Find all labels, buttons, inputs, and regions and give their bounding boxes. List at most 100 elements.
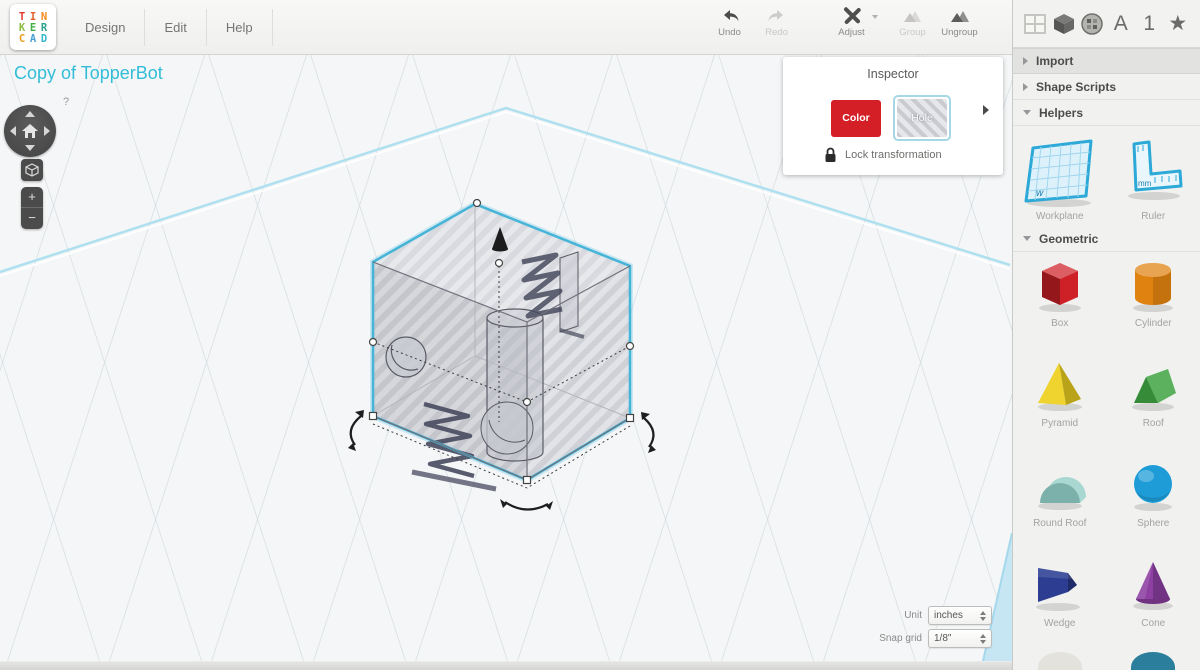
selected-model[interactable]	[348, 200, 656, 511]
geometric-shapes-grid: Box Cylinder Pyramid	[1013, 252, 1200, 652]
numbers-category-icon[interactable]: 1	[1136, 9, 1162, 39]
shape-category-tabs: A 1 ★	[1013, 0, 1200, 48]
ungroup-button[interactable]: Ungroup	[936, 7, 983, 38]
dome-part	[386, 337, 426, 377]
bottom-edge-strip	[0, 661, 1012, 670]
rotate-up-icon[interactable]	[25, 111, 35, 117]
round-roof-icon	[1032, 457, 1088, 515]
partial-shape-left[interactable]	[1038, 652, 1082, 670]
letters-category-icon[interactable]: A	[1108, 9, 1134, 39]
adjust-button[interactable]: Adjust	[828, 7, 875, 38]
shape-cone[interactable]: Cone	[1107, 552, 1200, 652]
helper-label: Ruler	[1141, 211, 1165, 222]
lock-transformation-label: Lock transformation	[845, 149, 942, 161]
hole-swatch-selected[interactable]: Hole	[893, 95, 951, 141]
helper-workplane[interactable]: w Workplane	[1013, 126, 1107, 226]
sphere-part	[481, 402, 533, 454]
inspector-title: Inspector	[783, 67, 1003, 81]
viewport[interactable]: Copy of TopperBot ? + − Inspector Color …	[0, 55, 1012, 670]
helper-ruler[interactable]: mm Ruler	[1107, 126, 1200, 226]
box-icon	[1032, 257, 1088, 315]
more-materials-chevron-icon[interactable]	[983, 105, 989, 115]
symbols-category-icon[interactable]: ★	[1165, 9, 1191, 39]
group-button[interactable]: Group	[889, 7, 936, 38]
shape-wedge[interactable]: Wedge	[1013, 552, 1107, 652]
svg-text:D: D	[41, 33, 47, 45]
design-title[interactable]: Copy of TopperBot	[14, 63, 163, 84]
undo-icon	[719, 7, 741, 25]
lock-icon	[824, 147, 837, 163]
shapes-sidebar: A 1 ★ Import Shape Scripts Helpers	[1012, 0, 1200, 670]
sphere-icon	[1125, 457, 1181, 515]
zoom-out-button[interactable]: −	[21, 208, 43, 229]
zoom-control[interactable]: + −	[21, 187, 43, 229]
view-rotate-pad[interactable]	[4, 105, 56, 157]
unit-select[interactable]: inches	[928, 606, 992, 625]
shape-pyramid[interactable]: Pyramid	[1013, 352, 1107, 452]
workplane-grid-icon[interactable]	[1022, 9, 1048, 39]
redo-icon	[766, 7, 788, 25]
next-row-partial-shapes	[1013, 652, 1200, 670]
lock-transformation-toggle[interactable]: Lock transformation	[824, 147, 942, 163]
hole-pattern: Hole	[897, 99, 947, 137]
inspector-panel: Inspector Color Hole Lock transformation	[783, 57, 1003, 175]
menu-design[interactable]: Design	[66, 9, 145, 46]
snap-grid-select[interactable]: 1/8"	[928, 629, 992, 648]
chevron-down-icon	[1023, 236, 1031, 241]
chevron-right-icon	[1023, 57, 1028, 65]
home-view-icon[interactable]	[20, 121, 40, 141]
stepper-icon	[980, 634, 986, 644]
sidebar-section-shape-scripts[interactable]: Shape Scripts	[1013, 74, 1200, 100]
cylinder-part	[481, 309, 543, 461]
shape-roof[interactable]: Roof	[1107, 352, 1200, 452]
solid-shapes-cube-icon[interactable]	[1051, 9, 1077, 39]
wedge-icon	[1032, 557, 1088, 615]
tinkercad-logo-letters: T I N K E R C A D	[15, 9, 51, 45]
color-swatch[interactable]: Color	[831, 100, 881, 137]
pyramid-icon	[1032, 357, 1088, 415]
shape-sphere[interactable]: Sphere	[1107, 452, 1200, 552]
unit-value: inches	[934, 610, 963, 621]
svg-text:A: A	[30, 33, 37, 45]
partial-shape-right[interactable]	[1131, 652, 1175, 670]
orbit-cube-icon	[25, 163, 39, 177]
stepper-icon	[980, 611, 986, 621]
color-swatch-label: Color	[831, 112, 881, 124]
helper-label: Workplane	[1036, 211, 1084, 222]
undo-button[interactable]: Undo	[706, 7, 753, 38]
cylinder-icon	[1125, 257, 1181, 315]
sidebar-section-import[interactable]: Import	[1013, 48, 1200, 74]
zoom-in-button[interactable]: +	[21, 187, 43, 208]
snap-grid-label: Snap grid	[879, 633, 922, 644]
snap-grid-setting-row: Snap grid 1/8"	[879, 629, 992, 648]
redo-button[interactable]: Redo	[753, 7, 800, 38]
dropdown-caret-icon	[872, 15, 878, 19]
menu-bar: Design Edit Help	[66, 9, 273, 46]
shape-round-roof[interactable]: Round Roof	[1013, 452, 1107, 552]
cone-icon	[1125, 557, 1181, 615]
patterned-shapes-sphere-icon[interactable]	[1079, 9, 1105, 39]
sidebar-section-helpers[interactable]: Helpers	[1013, 100, 1200, 126]
shape-cylinder[interactable]: Cylinder	[1107, 252, 1200, 352]
roof-icon	[1125, 357, 1181, 415]
helpers-items: w Workplane mm Ruler	[1013, 126, 1200, 226]
adjust-tools-icon	[841, 7, 863, 25]
menu-edit[interactable]: Edit	[145, 9, 206, 46]
tinkercad-logo[interactable]: T I N K E R C A D	[10, 4, 56, 50]
unit-label: Unit	[904, 610, 922, 621]
toolbar-actions: Undo Redo Adjust Group	[706, 7, 983, 38]
ruler-icon: mm	[1121, 134, 1185, 208]
rotate-left-icon[interactable]	[10, 126, 16, 136]
orbit-view-button[interactable]	[21, 159, 43, 181]
menu-help[interactable]: Help	[207, 9, 273, 46]
sidebar-section-geometric[interactable]: Geometric	[1013, 226, 1200, 252]
help-hint[interactable]: ?	[63, 96, 69, 108]
top-toolbar: T I N K E R C A D Design Edit Help Undo …	[0, 0, 1012, 55]
rotate-down-icon[interactable]	[25, 145, 35, 151]
ungroup-icon	[947, 7, 973, 25]
snap-grid-value: 1/8"	[934, 633, 951, 644]
shape-box[interactable]: Box	[1013, 252, 1107, 352]
rotate-right-icon[interactable]	[44, 126, 50, 136]
chevron-down-icon	[1023, 110, 1031, 115]
workplane-icon: w	[1023, 134, 1097, 208]
